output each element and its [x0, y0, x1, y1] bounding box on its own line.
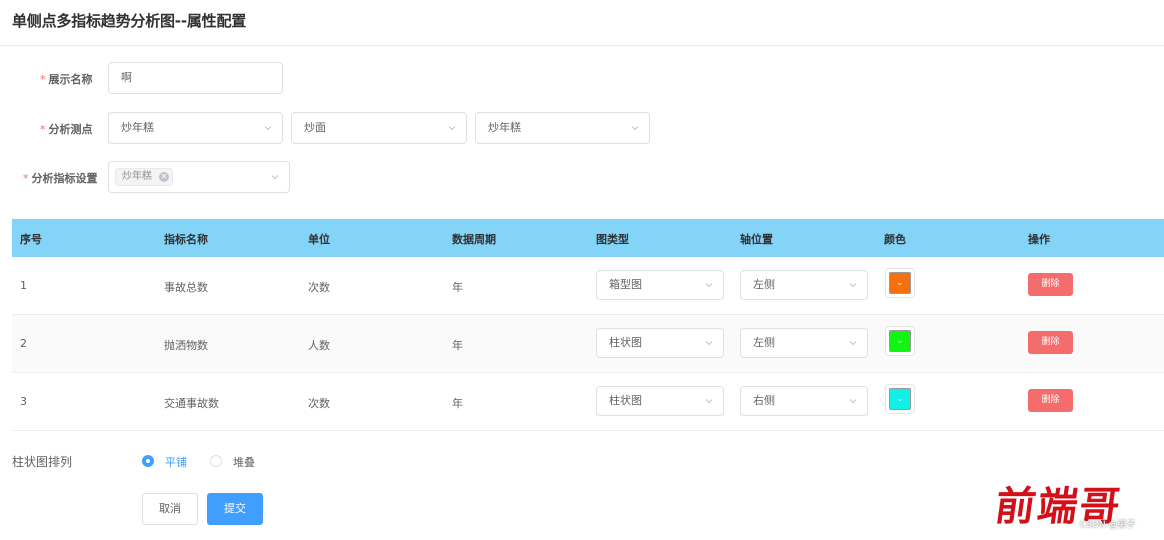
axis-select[interactable]: 右侧 — [740, 386, 868, 416]
cancel-button[interactable]: 取消 — [142, 493, 198, 525]
required-mark: * — [40, 123, 46, 136]
header-action: 操作 — [1028, 233, 1050, 246]
header-period: 数据周期 — [452, 233, 496, 246]
indicator-setting-label-text: 分析指标设置 — [31, 172, 98, 185]
selected-tag: 炒年糕 ✕ — [115, 168, 173, 186]
table-row: 1 事故总数 次数 年 箱型图 左侧 ⌄ 删除 — [12, 257, 1164, 315]
delete-button[interactable]: 删除 — [1028, 273, 1073, 296]
select-value: 左侧 — [753, 336, 775, 349]
measure-point-select-2[interactable]: 炒面 — [291, 112, 467, 144]
color-swatch: ⌄ — [889, 388, 911, 410]
delete-button[interactable]: 删除 — [1028, 389, 1073, 412]
header-color: 颜色 — [884, 233, 906, 246]
display-name-label: * 展示名称 — [40, 71, 93, 87]
table-header: 序号 指标名称 单位 数据周期 图类型 轴位置 颜色 操作 — [12, 219, 1164, 257]
select-value: 左侧 — [753, 278, 775, 291]
close-circle-icon[interactable]: ✕ — [159, 172, 169, 182]
measure-point-label-text: 分析测点 — [48, 123, 93, 136]
row-index: 2 — [20, 337, 27, 350]
chevron-down-icon: ⌄ — [896, 278, 904, 288]
delete-button[interactable]: 删除 — [1028, 331, 1073, 354]
chart-type-select[interactable]: 柱状图 — [596, 328, 724, 358]
radio-stack-label[interactable]: 堆叠 — [233, 454, 255, 470]
axis-select[interactable]: 左侧 — [740, 328, 868, 358]
chevron-down-icon: ⌄ — [896, 394, 904, 404]
indicator-setting-select[interactable]: 炒年糕 ✕ — [108, 161, 290, 193]
chevron-down-icon — [631, 124, 639, 132]
select-value: 柱状图 — [609, 394, 642, 407]
header-chart-type: 图类型 — [596, 233, 629, 246]
color-picker[interactable]: ⌄ — [885, 326, 915, 356]
indicator-setting-label: * 分析指标设置 — [23, 170, 98, 186]
radio-stack[interactable] — [210, 455, 222, 467]
submit-button[interactable]: 提交 — [207, 493, 263, 525]
chart-type-select[interactable]: 箱型图 — [596, 270, 724, 300]
row-period: 年 — [452, 339, 463, 352]
display-name-label-text: 展示名称 — [48, 73, 93, 86]
chevron-down-icon — [271, 173, 279, 181]
header-unit: 单位 — [308, 233, 330, 246]
select-value: 箱型图 — [609, 278, 642, 291]
row-unit: 次数 — [308, 281, 330, 294]
axis-select[interactable]: 左侧 — [740, 270, 868, 300]
select-value: 炒面 — [304, 121, 326, 134]
radio-tile[interactable] — [142, 455, 154, 467]
chevron-down-icon — [448, 124, 456, 132]
color-picker[interactable]: ⌄ — [885, 384, 915, 414]
color-swatch: ⌄ — [889, 272, 911, 294]
row-period: 年 — [452, 281, 463, 294]
chart-type-select[interactable]: 柱状图 — [596, 386, 724, 416]
color-swatch: ⌄ — [889, 330, 911, 352]
measure-point-label: * 分析测点 — [40, 121, 93, 137]
header-index: 序号 — [20, 233, 42, 246]
select-value: 柱状图 — [609, 336, 642, 349]
page-header: 单侧点多指标趋势分析图--属性配置 — [0, 0, 1164, 46]
header-name: 指标名称 — [164, 233, 208, 246]
chevron-down-icon — [849, 281, 857, 289]
chevron-down-icon — [705, 339, 713, 347]
csdn-credit: CSDN @弟子 — [1080, 520, 1136, 530]
chevron-down-icon — [264, 124, 272, 132]
row-period: 年 — [452, 397, 463, 410]
color-picker[interactable]: ⌄ — [885, 268, 915, 298]
select-value: 右侧 — [753, 394, 775, 407]
row-name: 抛洒物数 — [164, 339, 208, 352]
measure-point-select-3[interactable]: 炒年糕 — [475, 112, 650, 144]
required-mark: * — [40, 73, 46, 86]
select-value: 炒年糕 — [488, 121, 521, 134]
table-row: 3 交通事故数 次数 年 柱状图 右侧 ⌄ 删除 — [12, 373, 1164, 431]
display-name-input[interactable]: 啊 — [108, 62, 283, 94]
required-mark: * — [23, 172, 29, 185]
bar-layout-label: 柱状图排列 — [12, 455, 73, 469]
header-axis: 轴位置 — [740, 233, 773, 246]
chevron-down-icon: ⌄ — [896, 336, 904, 346]
row-name: 交通事故数 — [164, 397, 219, 410]
select-value: 炒年糕 — [121, 121, 154, 134]
chevron-down-icon — [705, 281, 713, 289]
row-name: 事故总数 — [164, 281, 208, 294]
page-title: 单侧点多指标趋势分析图--属性配置 — [12, 12, 247, 30]
row-unit: 人数 — [308, 339, 330, 352]
chevron-down-icon — [849, 397, 857, 405]
measure-point-select-1[interactable]: 炒年糕 — [108, 112, 283, 144]
chevron-down-icon — [849, 339, 857, 347]
chevron-down-icon — [705, 397, 713, 405]
table-row: 2 抛洒物数 人数 年 柱状图 左侧 ⌄ 删除 — [12, 315, 1164, 373]
row-unit: 次数 — [308, 397, 330, 410]
row-index: 1 — [20, 279, 27, 292]
tag-label: 炒年糕 — [122, 171, 152, 182]
radio-tile-label[interactable]: 平铺 — [165, 454, 187, 470]
row-index: 3 — [20, 395, 27, 408]
